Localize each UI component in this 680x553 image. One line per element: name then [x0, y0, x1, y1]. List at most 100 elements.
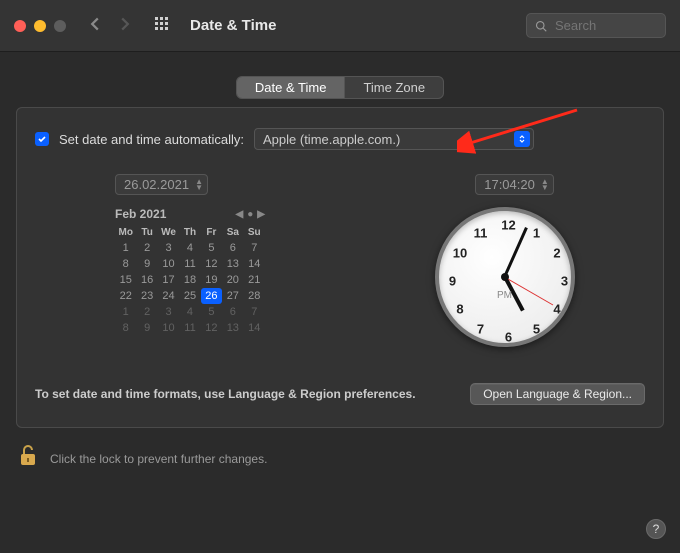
show-all-button[interactable]	[154, 16, 170, 35]
clock-ampm: PM	[497, 290, 512, 301]
window-controls	[14, 20, 66, 32]
calendar-day[interactable]: 24	[158, 288, 179, 304]
chevron-right-icon	[118, 17, 132, 31]
calendar[interactable]: Feb 2021 ◀ ● ▶ MoTuWeThFrSaSu 1234567891…	[115, 207, 265, 336]
time-server-value: Apple (time.apple.com.)	[263, 132, 400, 147]
calendar-day[interactable]: 12	[201, 320, 222, 336]
clock-numeral: 12	[499, 218, 519, 233]
calendar-day[interactable]: 17	[158, 272, 179, 288]
auto-time-checkbox[interactable]	[35, 132, 49, 146]
tab-row: Date & Time Time Zone	[0, 52, 680, 107]
unlocked-lock-icon	[18, 444, 38, 468]
tab-date-time[interactable]: Date & Time	[237, 77, 346, 98]
calendar-day[interactable]: 23	[136, 288, 157, 304]
calendar-day[interactable]: 13	[222, 320, 243, 336]
time-stepper[interactable]: 17:04:20 ▲ ▼	[475, 174, 554, 195]
help-button[interactable]: ?	[646, 519, 666, 539]
calendar-day[interactable]: 7	[244, 304, 265, 320]
auto-time-row: Set date and time automatically: Apple (…	[35, 128, 645, 150]
lock-hint: Click the lock to prevent further change…	[50, 452, 267, 466]
calendar-day[interactable]: 11	[179, 320, 200, 336]
calendar-day[interactable]: 12	[201, 256, 222, 272]
date-column: 26.02.2021 ▲ ▼ Feb 2021 ◀ ● ▶	[115, 174, 348, 347]
chevron-down-icon: ▼	[195, 185, 203, 191]
forward-button[interactable]	[118, 17, 132, 34]
check-icon	[37, 134, 47, 144]
calendar-day[interactable]: 28	[244, 288, 265, 304]
analog-clock: 121234567891011 PM	[435, 207, 575, 347]
calendar-day[interactable]: 26	[201, 288, 222, 304]
calendar-dow: Su	[244, 225, 265, 240]
calendar-day[interactable]: 9	[136, 256, 157, 272]
calendar-day[interactable]: 14	[244, 320, 265, 336]
calendar-day[interactable]: 16	[136, 272, 157, 288]
date-stepper[interactable]: 26.02.2021 ▲ ▼	[115, 174, 208, 195]
search-icon	[535, 20, 547, 32]
calendar-day[interactable]: 5	[201, 304, 222, 320]
calendar-day[interactable]: 6	[222, 240, 243, 256]
calendar-day[interactable]: 22	[115, 288, 136, 304]
calendar-day[interactable]: 21	[244, 272, 265, 288]
calendar-day[interactable]: 2	[136, 240, 157, 256]
titlebar: Date & Time	[0, 0, 680, 52]
calendar-day[interactable]: 11	[179, 256, 200, 272]
calendar-day[interactable]: 5	[201, 240, 222, 256]
calendar-day[interactable]: 3	[158, 304, 179, 320]
clock-numeral: 10	[450, 246, 470, 261]
calendar-day[interactable]: 13	[222, 256, 243, 272]
calendar-day[interactable]: 25	[179, 288, 200, 304]
zoom-button[interactable]	[54, 20, 66, 32]
calendar-dow: Th	[179, 225, 200, 240]
calendar-day[interactable]: 2	[136, 304, 157, 320]
clock-numeral: 9	[443, 274, 463, 289]
time-value: 17:04:20	[484, 177, 535, 192]
search-field[interactable]	[526, 13, 666, 38]
calendar-day[interactable]: 14	[244, 256, 265, 272]
calendar-day[interactable]: 1	[115, 240, 136, 256]
calendar-day[interactable]: 27	[222, 288, 243, 304]
auto-time-label: Set date and time automatically:	[59, 132, 244, 147]
calendar-day[interactable]: 19	[201, 272, 222, 288]
help-label: ?	[653, 522, 660, 536]
time-column: 17:04:20 ▲ ▼ 121234567891011 PM	[388, 174, 621, 347]
calendar-day[interactable]: 8	[115, 256, 136, 272]
segmented-control: Date & Time Time Zone	[236, 76, 444, 99]
cal-today-icon[interactable]: ●	[247, 209, 253, 220]
calendar-day[interactable]: 9	[136, 320, 157, 336]
minimize-button[interactable]	[34, 20, 46, 32]
cal-next-icon[interactable]: ▶	[257, 209, 265, 220]
calendar-day[interactable]: 4	[179, 240, 200, 256]
calendar-day[interactable]: 15	[115, 272, 136, 288]
calendar-day[interactable]: 10	[158, 320, 179, 336]
calendar-day[interactable]: 7	[244, 240, 265, 256]
time-server-select[interactable]: Apple (time.apple.com.)	[254, 128, 534, 150]
columns: 26.02.2021 ▲ ▼ Feb 2021 ◀ ● ▶	[115, 174, 621, 347]
calendar-day[interactable]: 20	[222, 272, 243, 288]
calendar-day[interactable]: 3	[158, 240, 179, 256]
calendar-day[interactable]: 18	[179, 272, 200, 288]
calendar-day[interactable]: 10	[158, 256, 179, 272]
calendar-day[interactable]: 4	[179, 304, 200, 320]
close-button[interactable]	[14, 20, 26, 32]
calendar-dow: We	[158, 225, 179, 240]
clock-numeral: 5	[527, 322, 547, 337]
calendar-day[interactable]: 1	[115, 304, 136, 320]
date-value: 26.02.2021	[124, 177, 189, 192]
cal-prev-icon[interactable]: ◀	[236, 209, 244, 220]
lock-button[interactable]	[18, 444, 38, 474]
clock-numeral: 6	[499, 330, 519, 345]
window-title: Date & Time	[190, 17, 276, 34]
open-language-region-button[interactable]: Open Language & Region...	[470, 383, 645, 405]
search-input[interactable]	[553, 17, 653, 34]
calendar-dow: Tu	[136, 225, 157, 240]
calendar-dow: Sa	[222, 225, 243, 240]
clock-numeral: 1	[527, 225, 547, 240]
minute-hand	[503, 227, 528, 278]
clock-numeral: 7	[471, 322, 491, 337]
calendar-day[interactable]: 6	[222, 304, 243, 320]
calendar-day[interactable]: 8	[115, 320, 136, 336]
back-button[interactable]	[88, 17, 102, 34]
calendar-title: Feb 2021	[115, 207, 166, 221]
tab-time-zone[interactable]: Time Zone	[345, 77, 443, 98]
footer: Click the lock to prevent further change…	[0, 428, 680, 474]
